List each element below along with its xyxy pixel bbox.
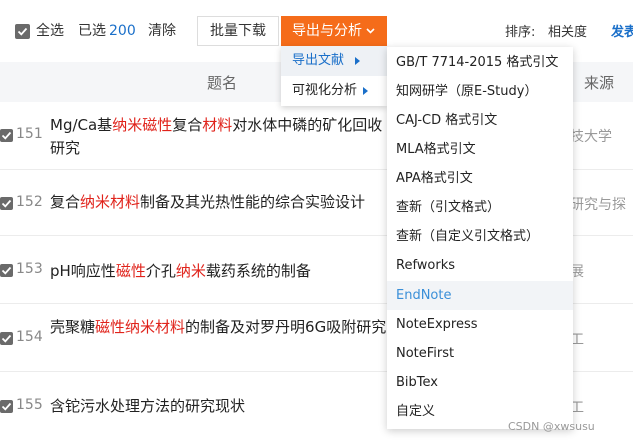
title-text: 的制备及对罗丹明6G吸附研究 xyxy=(185,318,387,336)
format-item-novelty-citation[interactable]: 查新（引文格式） xyxy=(387,193,573,222)
row-source[interactable]: 技大学 xyxy=(570,126,612,146)
row-checkbox[interactable] xyxy=(0,400,13,413)
row-number: 152 xyxy=(16,194,43,210)
submenu-item-label: 可视化分析 xyxy=(292,83,358,98)
sort-label: 排序: xyxy=(505,25,536,40)
format-item-gbt7714[interactable]: GB/T 7714-2015 格式引文 xyxy=(387,48,573,77)
watermark: CSDN @xwsusu xyxy=(508,420,595,433)
selected-label: 已选 xyxy=(78,23,106,39)
selected-count: 200 xyxy=(109,23,136,39)
format-item-endnote[interactable]: EndNote xyxy=(387,281,573,310)
title-text: 介孔 xyxy=(145,262,176,280)
check-icon xyxy=(1,402,12,411)
title-text: Mg/Ca基 xyxy=(50,116,113,134)
row-title-link[interactable]: 壳聚糖磁性纳米材料的制备及对罗丹明6G吸附研究 xyxy=(50,316,390,339)
title-keyword-highlight: 纳米 xyxy=(175,262,206,280)
row-title-link[interactable]: 复合纳米材料制备及其光热性能的综合实验设计 xyxy=(50,191,390,214)
format-item-novelty-custom[interactable]: 查新（自定义引文格式） xyxy=(387,222,573,251)
select-all-label[interactable]: 全选 xyxy=(36,21,64,41)
check-icon xyxy=(1,199,12,208)
row-checkbox[interactable] xyxy=(0,264,13,277)
submenu-item-visual-analysis[interactable]: 可视化分析 xyxy=(281,76,387,106)
export-analysis-button[interactable]: 导出与分析 xyxy=(281,16,387,46)
row-title-link[interactable]: Mg/Ca基纳米磁性复合材料对水体中磷的矿化回收研究 xyxy=(50,114,390,160)
row-number: 153 xyxy=(16,261,43,277)
submenu-item-label: 导出文献 xyxy=(292,53,345,68)
check-icon xyxy=(1,334,12,343)
check-icon xyxy=(1,266,12,275)
sort-relevance[interactable]: 相关度 xyxy=(548,21,587,40)
title-keyword-highlight: 材料 xyxy=(202,116,233,134)
row-title-link[interactable]: 含铊污水处理方法的研究现状 xyxy=(50,395,390,418)
title-text: 复合 xyxy=(50,193,81,211)
export-analysis-label: 导出与分析 xyxy=(292,23,362,39)
title-text: 制备及其光热性能的综合实验设计 xyxy=(140,193,366,211)
row-number: 154 xyxy=(16,329,43,345)
title-text: pH响应性 xyxy=(50,262,116,280)
export-submenu: 导出文献 可视化分析 xyxy=(281,46,387,106)
title-keyword-highlight: 纳米磁性 xyxy=(112,116,173,134)
format-item-bibtex[interactable]: BibTex xyxy=(387,368,573,397)
title-text: 复合 xyxy=(172,116,203,134)
title-keyword-highlight: 磁性 xyxy=(115,262,146,280)
column-header-title[interactable]: 题名 xyxy=(207,72,237,93)
check-icon xyxy=(1,131,12,140)
title-keyword-highlight: 纳米材料 xyxy=(80,193,141,211)
row-title-link[interactable]: pH响应性磁性介孔纳米载药系统的制备 xyxy=(50,260,390,283)
chevron-down-icon xyxy=(366,28,375,34)
row-checkbox[interactable] xyxy=(0,332,13,345)
caret-right-icon xyxy=(355,57,360,65)
sort-publish[interactable]: 发表 xyxy=(611,21,633,40)
select-all-checkbox[interactable] xyxy=(15,24,30,39)
citation-format-menu: GB/T 7714-2015 格式引文 知网研学（原E-Study） CAJ-C… xyxy=(387,47,573,429)
row-number: 151 xyxy=(16,126,43,142)
format-item-noteexpress[interactable]: NoteExpress xyxy=(387,310,573,339)
clear-button[interactable]: 清除 xyxy=(148,21,176,41)
title-text: 载药系统的制备 xyxy=(205,262,311,280)
format-item-estudy[interactable]: 知网研学（原E-Study） xyxy=(387,77,573,106)
submenu-item-export-citations[interactable]: 导出文献 xyxy=(281,46,387,76)
format-item-mla[interactable]: MLA格式引文 xyxy=(387,135,573,164)
format-item-cajcd[interactable]: CAJ-CD 格式引文 xyxy=(387,106,573,135)
title-text: 含铊污水处理方法的研究现状 xyxy=(50,397,246,415)
caret-right-icon xyxy=(363,87,368,95)
row-number: 155 xyxy=(16,397,43,413)
title-keyword-highlight: 磁性纳米材料 xyxy=(95,318,186,336)
column-header-source[interactable]: 来源 xyxy=(584,72,614,93)
format-item-refworks[interactable]: Refworks xyxy=(387,251,573,280)
title-text: 壳聚糖 xyxy=(50,318,96,336)
row-checkbox[interactable] xyxy=(0,197,13,210)
check-icon xyxy=(17,27,28,36)
batch-download-button[interactable]: 批量下载 xyxy=(197,16,279,46)
row-checkbox[interactable] xyxy=(0,129,13,142)
row-source[interactable]: 研究与探 xyxy=(570,194,626,214)
format-item-notefirst[interactable]: NoteFirst xyxy=(387,339,573,368)
format-item-apa[interactable]: APA格式引文 xyxy=(387,164,573,193)
